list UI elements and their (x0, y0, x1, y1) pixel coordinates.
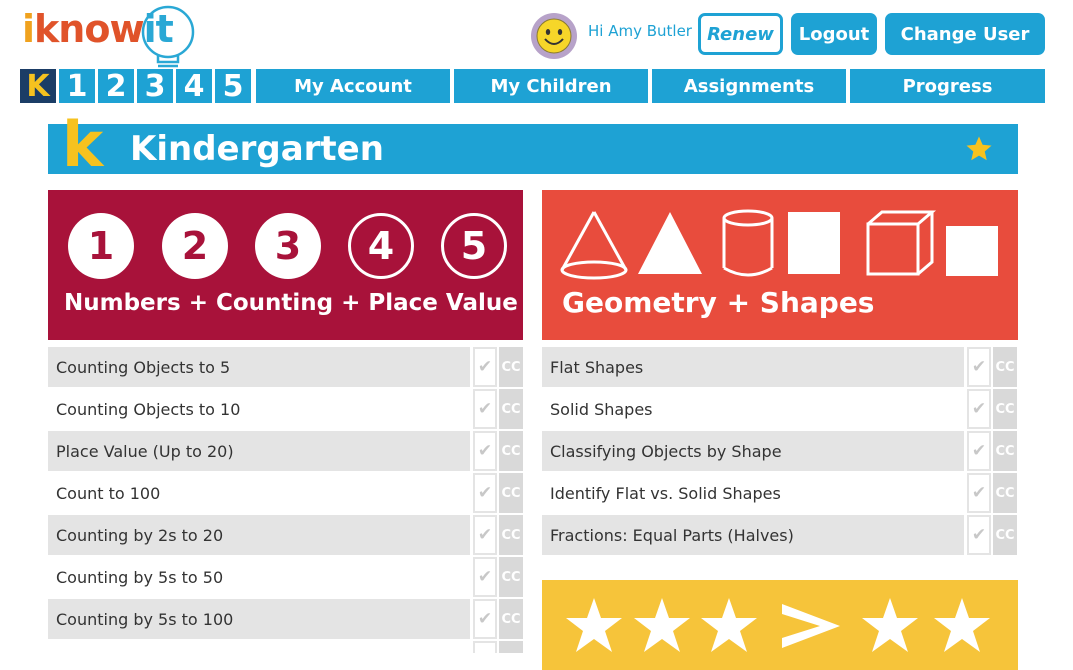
check-icon: ✔ (473, 431, 497, 471)
page-title: Kindergarten (130, 129, 384, 169)
check-icon: ✔ (473, 599, 497, 639)
greater-than-icon (782, 604, 840, 648)
skill-row[interactable]: Solid Shapes ✔ CC (542, 389, 1017, 429)
smiley-face-icon (536, 18, 572, 54)
tab-my-children[interactable]: My Children (454, 69, 648, 103)
star-icon (862, 598, 918, 652)
geometry-card-title: Geometry + Shapes (562, 286, 875, 319)
logout-button[interactable]: Logout (791, 13, 877, 55)
comparison-card[interactable] (542, 580, 1018, 670)
grade-2-tab[interactable]: 2 (98, 69, 134, 104)
skill-label[interactable]: Classifying Objects by Shape (542, 431, 964, 471)
common-core-badge[interactable]: CC (499, 473, 523, 513)
skill-row[interactable]: Classifying Objects by Shape ✔ CC (542, 431, 1017, 471)
grade-4-tab[interactable]: 4 (176, 69, 212, 104)
check-icon: ✔ (473, 515, 497, 555)
flat-square-icon (946, 226, 998, 276)
cylinder-icon (722, 209, 774, 277)
skill-row-partial[interactable] (48, 641, 523, 653)
number-circle-1: 1 (68, 213, 134, 279)
skill-label[interactable]: Counting by 5s to 100 (48, 599, 470, 639)
common-core-badge[interactable]: CC (499, 389, 523, 429)
skill-row[interactable]: Place Value (Up to 20) ✔ CC (48, 431, 523, 471)
star-icon (634, 598, 690, 652)
tab-assignments[interactable]: Assignments (652, 69, 846, 103)
stars-comparison-illustration (566, 598, 990, 652)
skill-label[interactable]: Counting Objects to 5 (48, 347, 470, 387)
common-core-badge[interactable]: CC (499, 431, 523, 471)
skill-label[interactable]: Flat Shapes (542, 347, 964, 387)
check-icon: ✔ (967, 431, 991, 471)
check-icon: ✔ (967, 515, 991, 555)
number-circle-2: 2 (162, 213, 228, 279)
skill-row[interactable]: Counting Objects to 10 ✔ CC (48, 389, 523, 429)
common-core-badge[interactable]: CC (993, 431, 1017, 471)
check-icon: ✔ (967, 347, 991, 387)
iknowit-logo[interactable]: iknowit (22, 4, 195, 68)
skill-row[interactable]: Counting by 5s to 100 ✔ CC (48, 599, 523, 639)
renew-button[interactable]: Renew (698, 13, 783, 55)
skill-label[interactable]: Fractions: Equal Parts (Halves) (542, 515, 964, 555)
common-core-badge[interactable]: CC (993, 473, 1017, 513)
common-core-badge[interactable]: CC (499, 515, 523, 555)
cone-icon (560, 211, 628, 280)
star-icon (701, 598, 757, 652)
grade-5-tab[interactable]: 5 (215, 69, 251, 104)
check-icon: ✔ (967, 473, 991, 513)
skill-row[interactable]: Counting by 5s to 50 ✔ CC (48, 557, 523, 597)
common-core-badge[interactable] (499, 641, 523, 653)
number-circle-4: 4 (348, 213, 414, 279)
change-user-button[interactable]: Change User (885, 13, 1045, 55)
user-greeting: Hi Amy Butler (588, 22, 692, 40)
tab-progress[interactable]: Progress (850, 69, 1045, 103)
grade-k-tab[interactable]: K (20, 69, 56, 104)
grade-1-tab[interactable]: 1 (59, 69, 95, 104)
common-core-badge[interactable]: CC (993, 515, 1017, 555)
common-core-badge[interactable]: CC (993, 347, 1017, 387)
common-core-badge[interactable]: CC (499, 347, 523, 387)
check-icon: ✔ (473, 473, 497, 513)
skill-label[interactable]: Count to 100 (48, 473, 470, 513)
tab-my-account[interactable]: My Account (256, 69, 450, 103)
check-icon: ✔ (967, 389, 991, 429)
number-circle-3: 3 (255, 213, 321, 279)
common-core-badge[interactable]: CC (499, 557, 523, 597)
check-icon: ✔ (473, 389, 497, 429)
numbers-card-title: Numbers + Counting + Place Value (64, 290, 518, 316)
skill-label[interactable]: Counting by 5s to 50 (48, 557, 470, 597)
skill-label[interactable]: Counting by 2s to 20 (48, 515, 470, 555)
skill-row[interactable]: Counting Objects to 5 ✔ CC (48, 347, 523, 387)
skill-row[interactable]: Count to 100 ✔ CC (48, 473, 523, 513)
check-icon: ✔ (473, 347, 497, 387)
star-icon (934, 598, 990, 652)
shapes-illustration (560, 209, 998, 280)
star-icon[interactable] (964, 134, 994, 164)
user-avatar[interactable] (531, 13, 577, 59)
skill-row[interactable]: Identify Flat vs. Solid Shapes ✔ CC (542, 473, 1017, 513)
square-icon (788, 212, 840, 274)
skill-label[interactable]: Identify Flat vs. Solid Shapes (542, 473, 964, 513)
grade-banner: k Kindergarten (48, 114, 1018, 176)
cube-icon (866, 210, 937, 276)
skill-label[interactable]: Solid Shapes (542, 389, 964, 429)
geometry-shapes-card[interactable]: Geometry + Shapes (542, 190, 1018, 340)
triangle-icon (638, 212, 702, 274)
skill-row[interactable]: Counting by 2s to 20 ✔ CC (48, 515, 523, 555)
check-icon: ✔ (473, 557, 497, 597)
check-icon (473, 641, 497, 653)
grade-letter: k (62, 108, 104, 181)
grade-3-tab[interactable]: 3 (137, 69, 173, 104)
skill-row[interactable]: Fractions: Equal Parts (Halves) ✔ CC (542, 515, 1017, 555)
common-core-badge[interactable]: CC (499, 599, 523, 639)
skill-label[interactable]: Counting Objects to 10 (48, 389, 470, 429)
number-circle-5: 5 (441, 213, 507, 279)
skill-row[interactable]: Flat Shapes ✔ CC (542, 347, 1017, 387)
common-core-badge[interactable]: CC (993, 389, 1017, 429)
numbers-counting-card[interactable]: 1 2 3 4 5 Numbers + Counting + Place Val… (48, 190, 523, 340)
star-icon (566, 598, 622, 652)
skill-label (48, 641, 470, 653)
skill-label[interactable]: Place Value (Up to 20) (48, 431, 470, 471)
lightbulb-icon (141, 5, 195, 68)
